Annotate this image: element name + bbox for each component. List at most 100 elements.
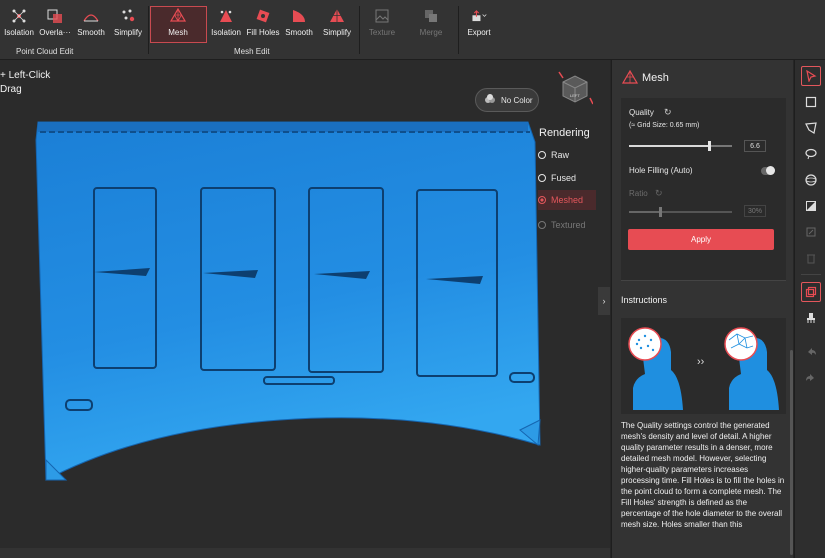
pc-simplify-button[interactable]: Simplify (111, 8, 145, 44)
render-mode-fused[interactable]: Fused (538, 173, 576, 183)
grid-size-label: (≈ Grid Size: 0.65 mm) (629, 122, 700, 129)
mesh-button[interactable]: Mesh (160, 8, 196, 44)
export-button[interactable]: Export (464, 8, 494, 44)
mesh-smooth-icon (291, 8, 307, 24)
panel-title: Mesh (642, 72, 669, 84)
fill-holes-button[interactable]: Fill Holes (245, 8, 281, 44)
panel-collapse-button[interactable]: › (598, 287, 610, 315)
hole-filling-label: Hole Filling (Auto) (629, 166, 693, 175)
fill-holes-label: Fill Holes (246, 28, 280, 37)
undo-icon[interactable] (801, 342, 821, 362)
merge-button[interactable]: Merge (416, 8, 446, 44)
status-bar (0, 548, 610, 558)
isolation-icon (11, 8, 27, 24)
apply-button[interactable]: Apply (628, 229, 774, 250)
point-cloud-group-label: Point Cloud Edit (16, 47, 74, 56)
no-color-toggle[interactable]: No Color (475, 88, 539, 112)
3d-viewport[interactable]: + Left-Click Drag LEFT No Color Renderin… (0, 60, 610, 558)
app-window: Isolation Overla··· Smooth Simplify Poin… (0, 0, 825, 558)
refresh-icon[interactable]: ↻ (655, 188, 663, 199)
pc-simplify-label: Simplify (113, 28, 142, 37)
pc-overlap-label: Overla··· (39, 28, 71, 37)
mesh-edit-group-label: Mesh Edit (234, 47, 270, 56)
toolbar-separator (801, 274, 821, 275)
ratio-slider-fill (629, 211, 660, 213)
refresh-icon[interactable]: ↻ (664, 107, 672, 118)
render-mode-label: Raw (551, 150, 570, 160)
radio-icon (538, 174, 546, 182)
color-circles-icon (484, 94, 496, 106)
overlap-icon (47, 8, 63, 24)
mesh-panel: Mesh Quality ↻ (≈ Grid Size: 0.65 mm) 6.… (611, 60, 793, 558)
texture-icon (374, 8, 390, 24)
mesh-simplify-label: Simplify (322, 28, 351, 37)
no-color-label: No Color (501, 95, 533, 105)
quality-slider-handle[interactable] (708, 141, 712, 151)
toolbar-separator (359, 6, 360, 54)
mesh-simplify-button[interactable]: Simplify (320, 8, 354, 44)
chevron-right-icon: › (602, 296, 606, 306)
toolbar-separator (148, 6, 149, 54)
delete-icon[interactable] (801, 248, 821, 268)
mesh-icon (621, 69, 639, 89)
instructions-text: The Quality settings control the generat… (621, 421, 785, 529)
export-label: Export (467, 28, 491, 37)
texture-label: Texture (368, 28, 396, 37)
simplify-icon (120, 8, 136, 24)
instructions-illustration: ›› (621, 318, 786, 414)
render-mode-meshed[interactable]: Meshed (538, 190, 596, 210)
scan-mesh-render[interactable] (0, 60, 610, 558)
brush-icon[interactable] (801, 308, 821, 328)
quality-value-box[interactable]: 6.6 (744, 140, 766, 152)
sphere-select-icon[interactable] (801, 170, 821, 190)
mesh-smooth-button[interactable]: Smooth (284, 8, 314, 44)
merge-label: Merge (419, 28, 443, 37)
mesh-icon (170, 8, 186, 24)
render-mode-label: Textured (551, 220, 586, 230)
ratio-slider[interactable] (629, 207, 732, 217)
render-mode-label: Fused (551, 173, 577, 183)
panel-scrollbar[interactable] (790, 350, 793, 555)
pc-isolation-label: Isolation (4, 28, 34, 37)
pc-overlap-button[interactable]: Overla··· (38, 8, 72, 44)
rendering-title: Rendering (539, 127, 590, 139)
mesh-isolation-button[interactable]: Isolation (210, 8, 242, 44)
mesh-isolation-label: Isolation (211, 28, 241, 37)
view-cube[interactable]: LEFT (557, 68, 593, 106)
select-arrow-icon[interactable] (801, 66, 821, 86)
pc-smooth-button[interactable]: Smooth (76, 8, 106, 44)
pc-smooth-label: Smooth (77, 28, 105, 37)
quality-label: Quality (629, 108, 654, 117)
crop-icon[interactable] (801, 282, 821, 302)
right-toolbar (794, 60, 825, 558)
panel-divider (621, 280, 786, 281)
instructions-title: Instructions (621, 295, 668, 305)
render-mode-textured[interactable]: Textured (538, 220, 586, 230)
export-icon (471, 8, 487, 24)
render-mode-raw[interactable]: Raw (538, 150, 569, 160)
ratio-value-box[interactable]: 30% (744, 205, 766, 217)
fill-holes-icon (255, 8, 271, 24)
top-toolbar: Isolation Overla··· Smooth Simplify Poin… (0, 0, 825, 60)
radio-icon (538, 221, 546, 229)
polygon-select-icon[interactable] (801, 118, 821, 138)
pc-isolation-button[interactable]: Isolation (4, 8, 34, 44)
toolbar-separator (458, 6, 459, 54)
quality-slider[interactable] (629, 141, 732, 151)
ratio-label: Ratio (629, 189, 648, 198)
quality-slider-fill (629, 145, 710, 147)
view-cube-face-label: LEFT (570, 93, 580, 98)
merge-icon (423, 8, 439, 24)
rectangle-select-icon[interactable] (801, 92, 821, 112)
invert-select-icon[interactable] (801, 196, 821, 216)
redo-icon[interactable] (801, 368, 821, 388)
hole-filling-toggle[interactable] (761, 166, 775, 175)
mesh-simplify-icon (329, 8, 345, 24)
texture-button[interactable]: Texture (366, 8, 398, 44)
mesh-settings-card: Quality ↻ (≈ Grid Size: 0.65 mm) 6.6 Hol… (621, 98, 786, 280)
radio-selected-icon (538, 196, 546, 204)
lasso-select-icon[interactable] (801, 144, 821, 164)
ratio-slider-handle[interactable] (658, 207, 662, 217)
mesh-isolation-icon (218, 8, 234, 24)
clear-select-icon[interactable] (801, 222, 821, 242)
